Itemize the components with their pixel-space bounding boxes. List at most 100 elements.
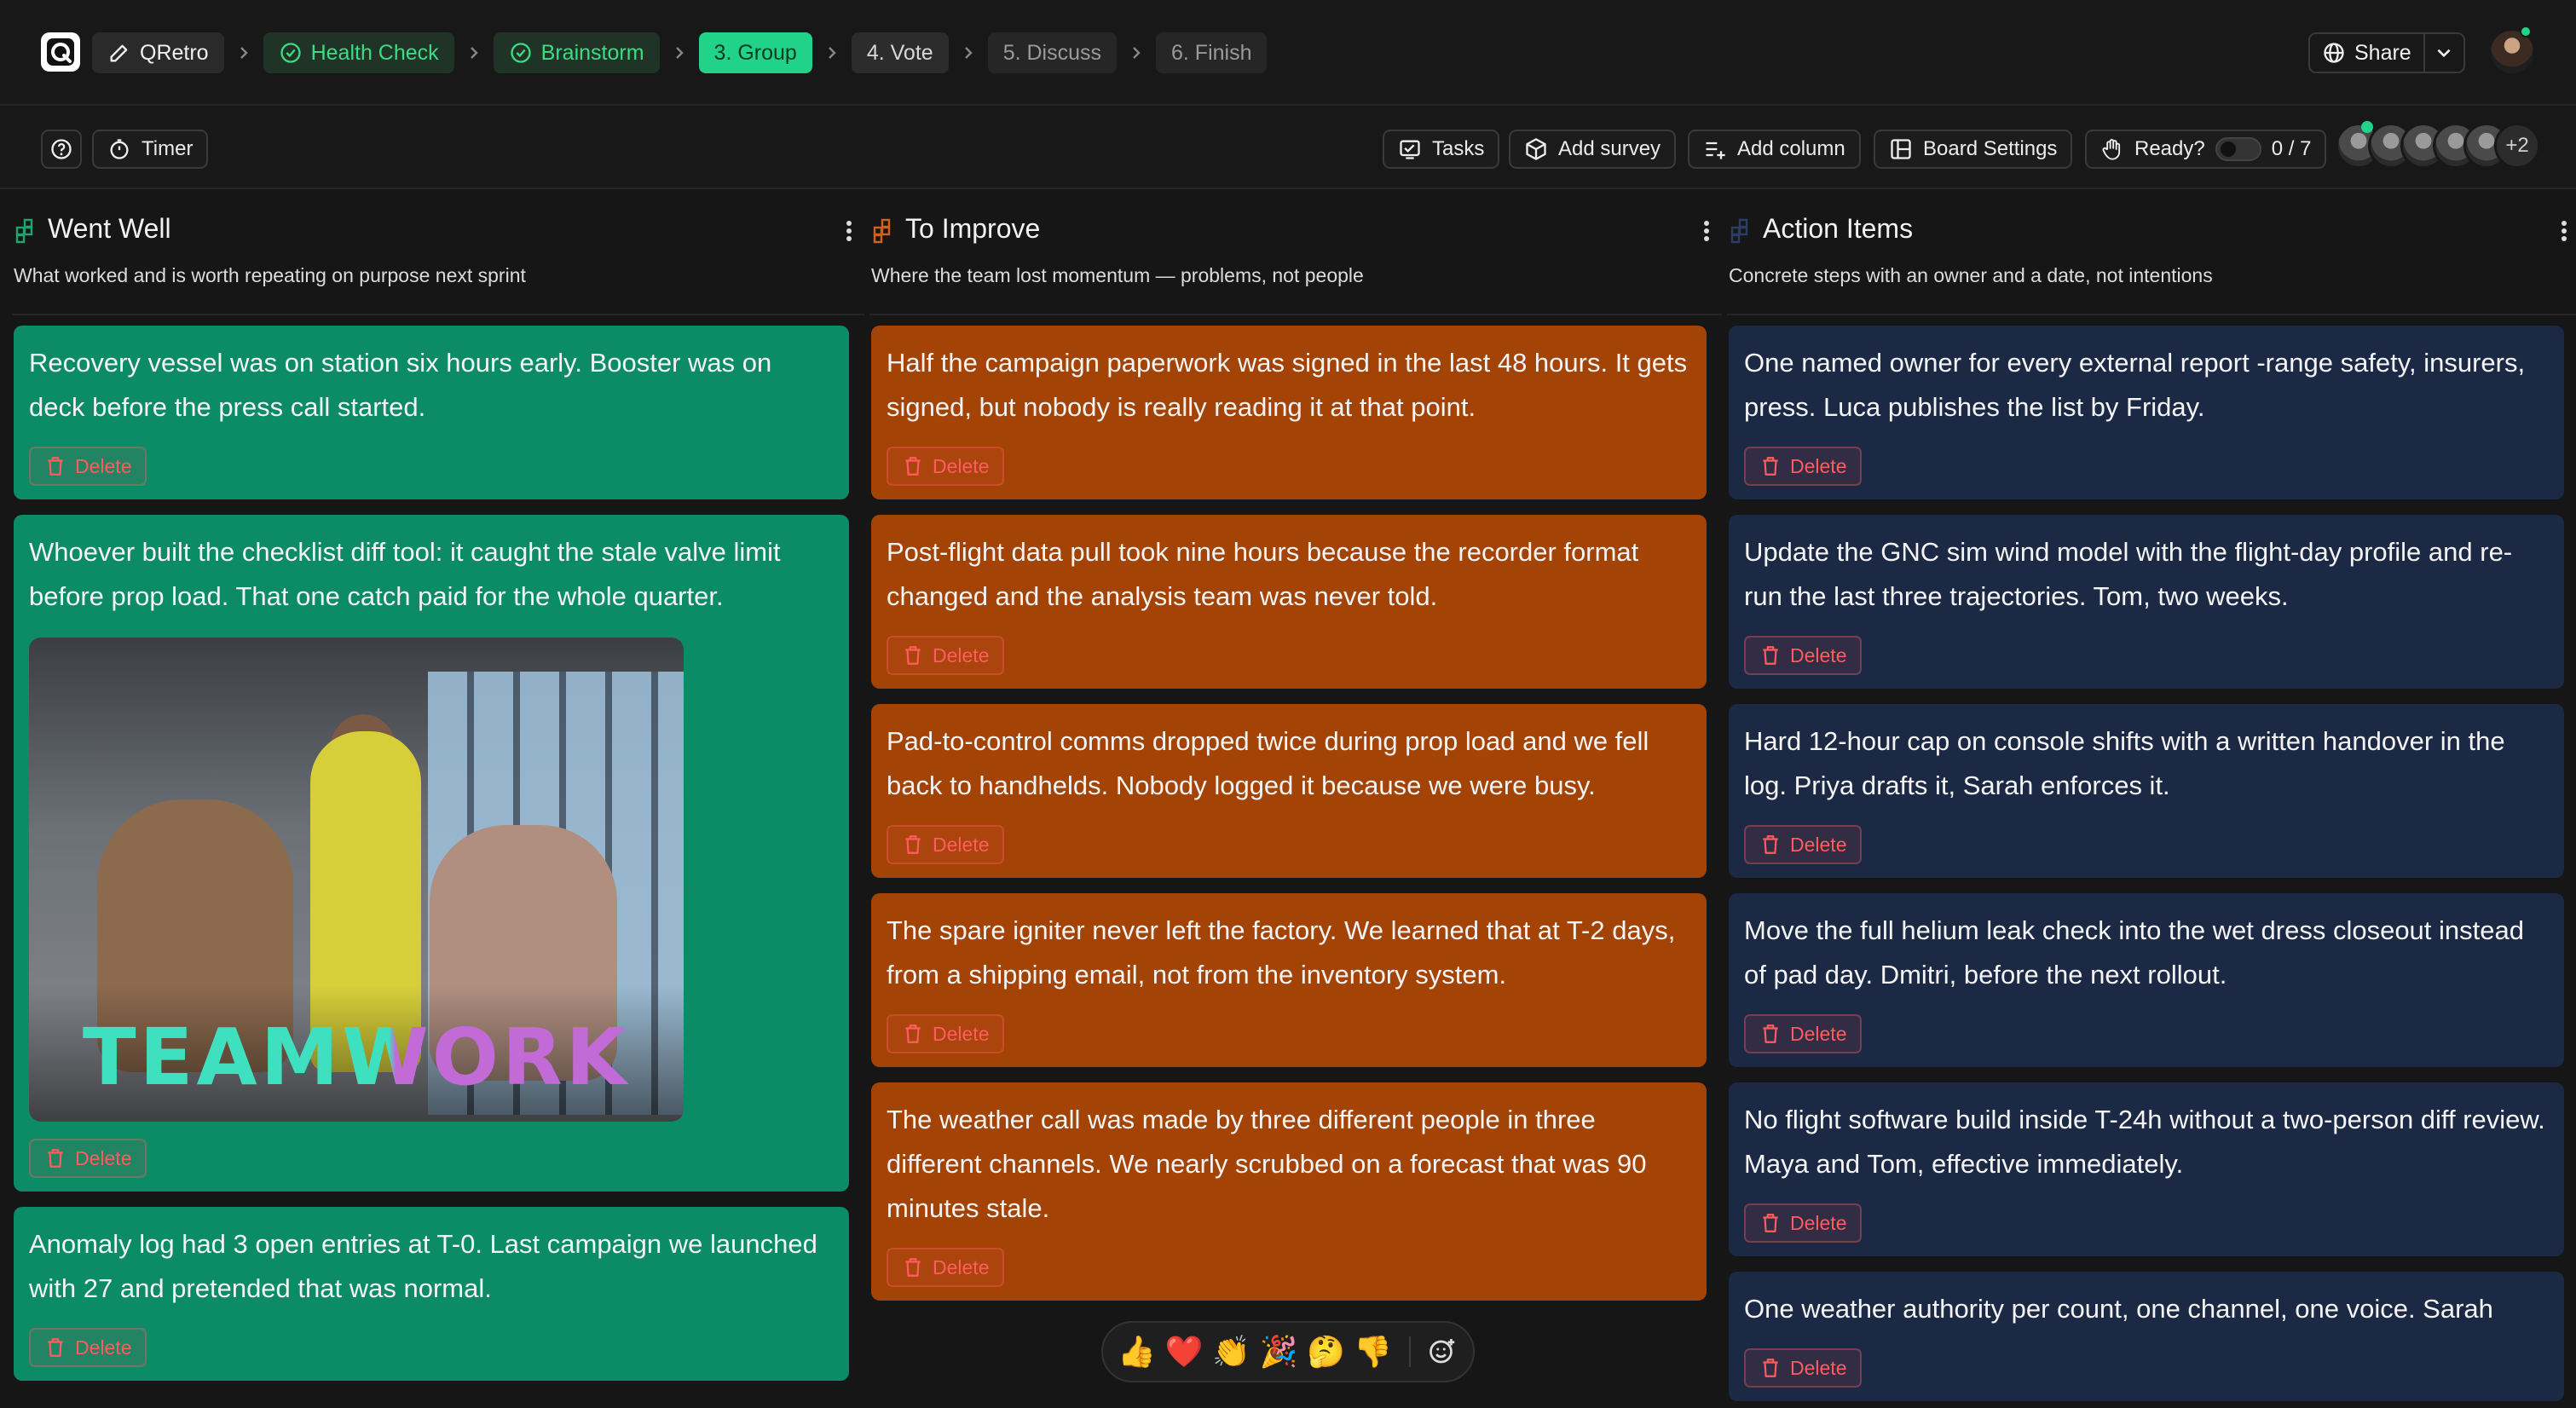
delete-card-button[interactable]: Delete bbox=[1744, 447, 1863, 486]
trash-icon bbox=[1763, 457, 1778, 476]
delete-label: Delete bbox=[1790, 454, 1847, 477]
step-finish[interactable]: 6. Finish bbox=[1156, 32, 1268, 73]
board-name-button[interactable]: QRetro bbox=[92, 32, 224, 73]
retro-card[interactable]: The weather call was made by three diffe… bbox=[871, 1082, 1707, 1301]
layout-icon bbox=[1891, 139, 1911, 159]
card-text: Hard 12-hour cap on console shifts with … bbox=[1744, 726, 2505, 800]
card-text: Post-flight data pull took nine hours be… bbox=[887, 537, 1639, 611]
retro-card[interactable]: Hard 12-hour cap on console shifts with … bbox=[1729, 704, 2564, 878]
retro-card[interactable]: Recovery vessel was on station six hours… bbox=[14, 326, 849, 499]
retro-card[interactable]: Anomaly log had 3 open entries at T-0. L… bbox=[14, 1207, 849, 1381]
reaction-thinking[interactable]: 🤔 bbox=[1304, 1330, 1348, 1374]
step-vote[interactable]: 4. Vote bbox=[851, 32, 949, 73]
step-label: 4. Vote bbox=[866, 40, 933, 65]
add-column-button[interactable]: Add column bbox=[1688, 130, 1861, 169]
delete-card-button[interactable]: Delete bbox=[29, 1328, 147, 1367]
column-title[interactable]: Action Items bbox=[1763, 213, 1913, 245]
step-label: Brainstorm bbox=[540, 40, 644, 65]
card-text: One named owner for every external repor… bbox=[1744, 348, 2526, 422]
retro-card[interactable]: Update the GNC sim wind model with the f… bbox=[1729, 515, 2564, 689]
delete-card-button[interactable]: Delete bbox=[1744, 825, 1863, 864]
delete-card-button[interactable]: Delete bbox=[1744, 636, 1863, 675]
chevron-right-icon bbox=[1117, 44, 1156, 61]
delete-label: Delete bbox=[933, 454, 990, 477]
reaction-party[interactable]: 🎉 bbox=[1256, 1330, 1300, 1374]
app-logo[interactable] bbox=[41, 32, 80, 72]
column-header: Went Well What worked and is worth repea… bbox=[12, 189, 864, 315]
retro-card[interactable]: Post-flight data pull took nine hours be… bbox=[871, 515, 1707, 689]
help-button[interactable] bbox=[41, 130, 82, 169]
participant-avatars[interactable]: +2 bbox=[2336, 121, 2540, 170]
share-button[interactable]: Share bbox=[2310, 34, 2425, 72]
trash-icon bbox=[905, 1258, 921, 1277]
step-health-check[interactable]: Health Check bbox=[263, 32, 454, 73]
card-text: Anomaly log had 3 open entries at T-0. L… bbox=[29, 1229, 817, 1303]
column-grid-icon bbox=[873, 218, 891, 244]
column-menu-button[interactable] bbox=[1695, 216, 1718, 245]
ready-label: Ready? bbox=[2134, 137, 2205, 160]
card-text: Pad-to-control comms dropped twice durin… bbox=[887, 726, 1649, 800]
delete-label: Delete bbox=[1790, 1356, 1847, 1379]
trash-icon bbox=[905, 457, 921, 476]
delete-label: Delete bbox=[75, 454, 132, 477]
reaction-thumbs-down[interactable]: 👎 bbox=[1351, 1330, 1395, 1374]
column-grid-icon bbox=[15, 218, 33, 244]
delete-card-button[interactable]: Delete bbox=[887, 1014, 1005, 1053]
share-dropdown-button[interactable] bbox=[2425, 34, 2463, 72]
ready-count: 0 / 7 bbox=[2271, 137, 2312, 160]
delete-label: Delete bbox=[1790, 1211, 1847, 1234]
board-settings-button[interactable]: Board Settings bbox=[1874, 130, 2073, 169]
card-text: The spare igniter never left the factory… bbox=[887, 915, 1676, 990]
retro-card[interactable]: The spare igniter never left the factory… bbox=[871, 893, 1707, 1067]
add-reaction-button[interactable] bbox=[1424, 1333, 1462, 1370]
retro-card[interactable]: No flight software build inside T-24h wi… bbox=[1729, 1082, 2564, 1256]
column-grid-icon bbox=[1730, 218, 1748, 244]
check-circle-icon bbox=[280, 43, 301, 63]
delete-card-button[interactable]: Delete bbox=[887, 825, 1005, 864]
column-title[interactable]: To Improve bbox=[905, 213, 1040, 245]
step-brainstorm[interactable]: Brainstorm bbox=[493, 32, 660, 73]
step-group[interactable]: 3. Group bbox=[698, 32, 812, 73]
delete-card-button[interactable]: Delete bbox=[29, 1139, 147, 1178]
retro-card[interactable]: One named owner for every external repor… bbox=[1729, 326, 2564, 499]
column-description: Where the team lost momentum — problems,… bbox=[871, 264, 1364, 286]
timer-button[interactable]: Timer bbox=[92, 130, 209, 169]
share-button-group: Share bbox=[2308, 32, 2465, 73]
ready-toggle-switch[interactable] bbox=[2215, 137, 2261, 161]
chevron-right-icon bbox=[949, 44, 988, 61]
delete-card-button[interactable]: Delete bbox=[29, 447, 147, 486]
column-menu-button[interactable] bbox=[837, 216, 861, 245]
more-vertical-icon bbox=[1704, 221, 1709, 241]
delete-card-button[interactable]: Delete bbox=[887, 447, 1005, 486]
delete-label: Delete bbox=[933, 1022, 990, 1045]
timer-label: Timer bbox=[142, 137, 193, 160]
delete-card-button[interactable]: Delete bbox=[887, 636, 1005, 675]
retro-card[interactable]: Whoever built the checklist diff tool: i… bbox=[14, 515, 849, 1192]
online-status-dot bbox=[2520, 26, 2532, 38]
column-menu-button[interactable] bbox=[2552, 216, 2576, 245]
stopwatch-icon bbox=[110, 139, 129, 159]
delete-label: Delete bbox=[933, 643, 990, 666]
retro-card[interactable]: Move the full helium leak check into the… bbox=[1729, 893, 2564, 1067]
trash-icon bbox=[1763, 646, 1778, 665]
step-discuss[interactable]: 5. Discuss bbox=[987, 32, 1117, 73]
ready-toggle-button[interactable]: Ready? 0 / 7 bbox=[2085, 130, 2327, 169]
delete-card-button[interactable]: Delete bbox=[1744, 1348, 1863, 1388]
tasks-button[interactable]: Tasks bbox=[1383, 130, 1500, 169]
step-label: Health Check bbox=[310, 40, 439, 65]
retro-card[interactable]: Half the campaign paperwork was signed i… bbox=[871, 326, 1707, 499]
top-bar: QRetro Health Check Brainstorm 3. Group … bbox=[0, 0, 2576, 106]
delete-label: Delete bbox=[933, 833, 990, 856]
column-description: Concrete steps with an owner and a date,… bbox=[1729, 264, 2213, 286]
retro-card[interactable]: Pad-to-control comms dropped twice durin… bbox=[871, 704, 1707, 878]
delete-card-button[interactable]: Delete bbox=[887, 1248, 1005, 1287]
reaction-thumbs-up[interactable]: 👍 bbox=[1115, 1330, 1158, 1374]
trash-icon bbox=[48, 1149, 63, 1168]
reaction-clap[interactable]: 👏 bbox=[1210, 1330, 1253, 1374]
add-survey-button[interactable]: Add survey bbox=[1509, 130, 1677, 169]
column-title[interactable]: Went Well bbox=[48, 213, 171, 245]
reaction-heart[interactable]: ❤️ bbox=[1162, 1330, 1205, 1374]
delete-card-button[interactable]: Delete bbox=[1744, 1203, 1863, 1243]
retro-card[interactable]: One weather authority per count, one cha… bbox=[1729, 1272, 2564, 1401]
delete-card-button[interactable]: Delete bbox=[1744, 1014, 1863, 1053]
